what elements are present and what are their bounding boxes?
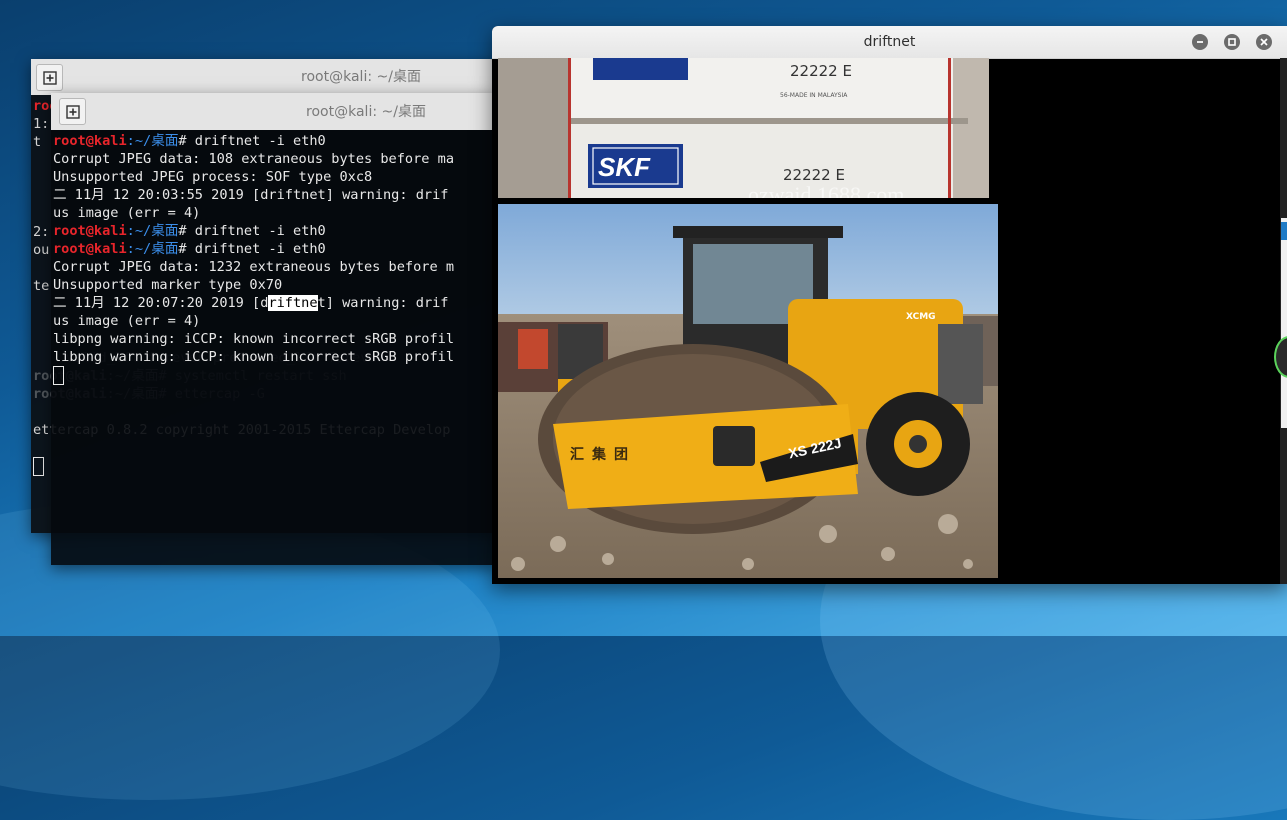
output-text: libpng warning: iCCP: known incorrect sR… xyxy=(53,349,455,365)
prompt-symbol: # xyxy=(178,133,195,149)
skf-made-in: 56-MADE IN MALAYSIA xyxy=(780,92,848,99)
output-text: 二 11月 12 20:03:55 2019 [driftnet] warnin… xyxy=(53,187,449,203)
terminal-line: root@kali:~/桌面# driftnet -i eth0 xyxy=(53,240,496,258)
machine-brand: XCMG xyxy=(906,312,936,322)
terminal-line: us image (err = 4) xyxy=(53,312,496,330)
prompt-user: root@kali xyxy=(53,133,127,149)
new-tab-icon xyxy=(65,104,80,119)
driftnet-titlebar[interactable]: driftnet xyxy=(492,26,1287,59)
prompt-symbol: # xyxy=(178,241,195,257)
driftnet-window[interactable]: driftnet SKF 22222 E 56-MADE IN MALAYSIA xyxy=(492,26,1287,584)
terminal-cursor xyxy=(53,366,64,385)
terminal-front-title: root@kali: ~/桌面 xyxy=(306,103,426,120)
command-text: driftnet -i eth0 xyxy=(194,241,326,257)
maximize-icon xyxy=(1228,38,1236,46)
prompt-path: :~/桌面 xyxy=(126,241,179,257)
terminal-line: root@kali:~/桌面# driftnet -i eth0 xyxy=(53,132,496,150)
output-text: Corrupt JPEG data: 1232 extraneous bytes… xyxy=(53,259,455,275)
selected-text[interactable]: riftne xyxy=(268,295,318,311)
skf-code-top: 22222 E xyxy=(790,62,852,80)
new-tab-button[interactable] xyxy=(59,98,86,125)
output-text: us image (err = 4) xyxy=(53,313,201,329)
skf-logo-text: SKF xyxy=(598,152,650,182)
output-text: us image (err = 4) xyxy=(53,205,201,221)
terminal-window-front[interactable]: root@kali: ~/桌面 root@kali:~/桌面# driftnet… xyxy=(51,93,496,565)
prompt-path: :~/桌面 xyxy=(126,133,179,149)
background-window-edge xyxy=(1281,218,1287,428)
new-tab-button[interactable] xyxy=(36,64,63,91)
output-text: Unsupported marker type 0x70 xyxy=(53,277,283,293)
prompt-user: root@kali xyxy=(53,223,127,239)
minimize-icon xyxy=(1197,41,1203,43)
driftnet-title: driftnet xyxy=(863,34,916,50)
prompt-path: :~/桌面 xyxy=(126,223,179,239)
background-window-accent xyxy=(1281,222,1287,240)
command-text: driftnet -i eth0 xyxy=(194,223,326,239)
captured-image-skf-boxes: SKF 22222 E 56-MADE IN MALAYSIA 22222 E … xyxy=(498,58,989,198)
terminal-cursor xyxy=(33,457,44,476)
terminal-front-output[interactable]: root@kali:~/桌面# driftnet -i eth0 Corrupt … xyxy=(51,130,496,385)
output-text: te xyxy=(33,278,50,294)
captured-image-road-roller: XCMG XS 222J 汇集团 xyxy=(498,204,998,578)
output-text: t] warning: drif xyxy=(317,295,449,311)
output-text: libpng warning: iCCP: known incorrect sR… xyxy=(53,331,455,347)
image-watermark: ozwaid 1688.com xyxy=(748,182,905,198)
close-icon xyxy=(1260,38,1268,46)
machine-side-text: 汇集团 xyxy=(570,447,636,463)
close-button[interactable] xyxy=(1256,34,1272,50)
terminal-line: root@kali:~/桌面# driftnet -i eth0 xyxy=(53,222,496,240)
terminal-front-titlebar[interactable]: root@kali: ~/桌面 xyxy=(51,93,496,130)
new-tab-icon xyxy=(42,70,57,85)
prompt-user: root@kali xyxy=(53,241,127,257)
output-text: t xyxy=(33,134,50,150)
terminal-line: Unsupported JPEG process: SOF type 0xc8 xyxy=(53,168,496,186)
command-text: driftnet -i eth0 xyxy=(194,133,326,149)
output-text: 2: xyxy=(33,224,50,240)
output-text: ou xyxy=(33,242,50,258)
terminal-line: Corrupt JPEG data: 108 extraneous bytes … xyxy=(53,150,496,168)
terminal-line: Corrupt JPEG data: 1232 extraneous bytes… xyxy=(53,258,496,276)
terminal-line: 二 11月 12 20:03:55 2019 [driftnet] warnin… xyxy=(53,186,496,204)
terminal-line: libpng warning: iCCP: known incorrect sR… xyxy=(53,330,496,348)
terminal-back-titlebar[interactable]: root@kali: ~/桌面 xyxy=(31,59,501,95)
terminal-line: Unsupported marker type 0x70 xyxy=(53,276,496,294)
output-text: Unsupported JPEG process: SOF type 0xc8 xyxy=(53,169,373,185)
maximize-button[interactable] xyxy=(1224,34,1240,50)
terminal-back-title: root@kali: ~/桌面 xyxy=(301,69,421,85)
terminal-line: libpng warning: iCCP: known incorrect sR… xyxy=(53,348,496,366)
minimize-button[interactable] xyxy=(1192,34,1208,50)
output-text: 二 11月 12 20:07:20 2019 [d xyxy=(53,295,269,311)
output-text: Corrupt JPEG data: 108 extraneous bytes … xyxy=(53,151,455,167)
terminal-line: 二 11月 12 20:07:20 2019 [driftnet] warnin… xyxy=(53,294,496,312)
output-text: 1: xyxy=(33,116,50,132)
prompt-symbol: # xyxy=(178,223,195,239)
terminal-line: us image (err = 4) xyxy=(53,204,496,222)
terminal-cursor-line xyxy=(53,366,496,385)
